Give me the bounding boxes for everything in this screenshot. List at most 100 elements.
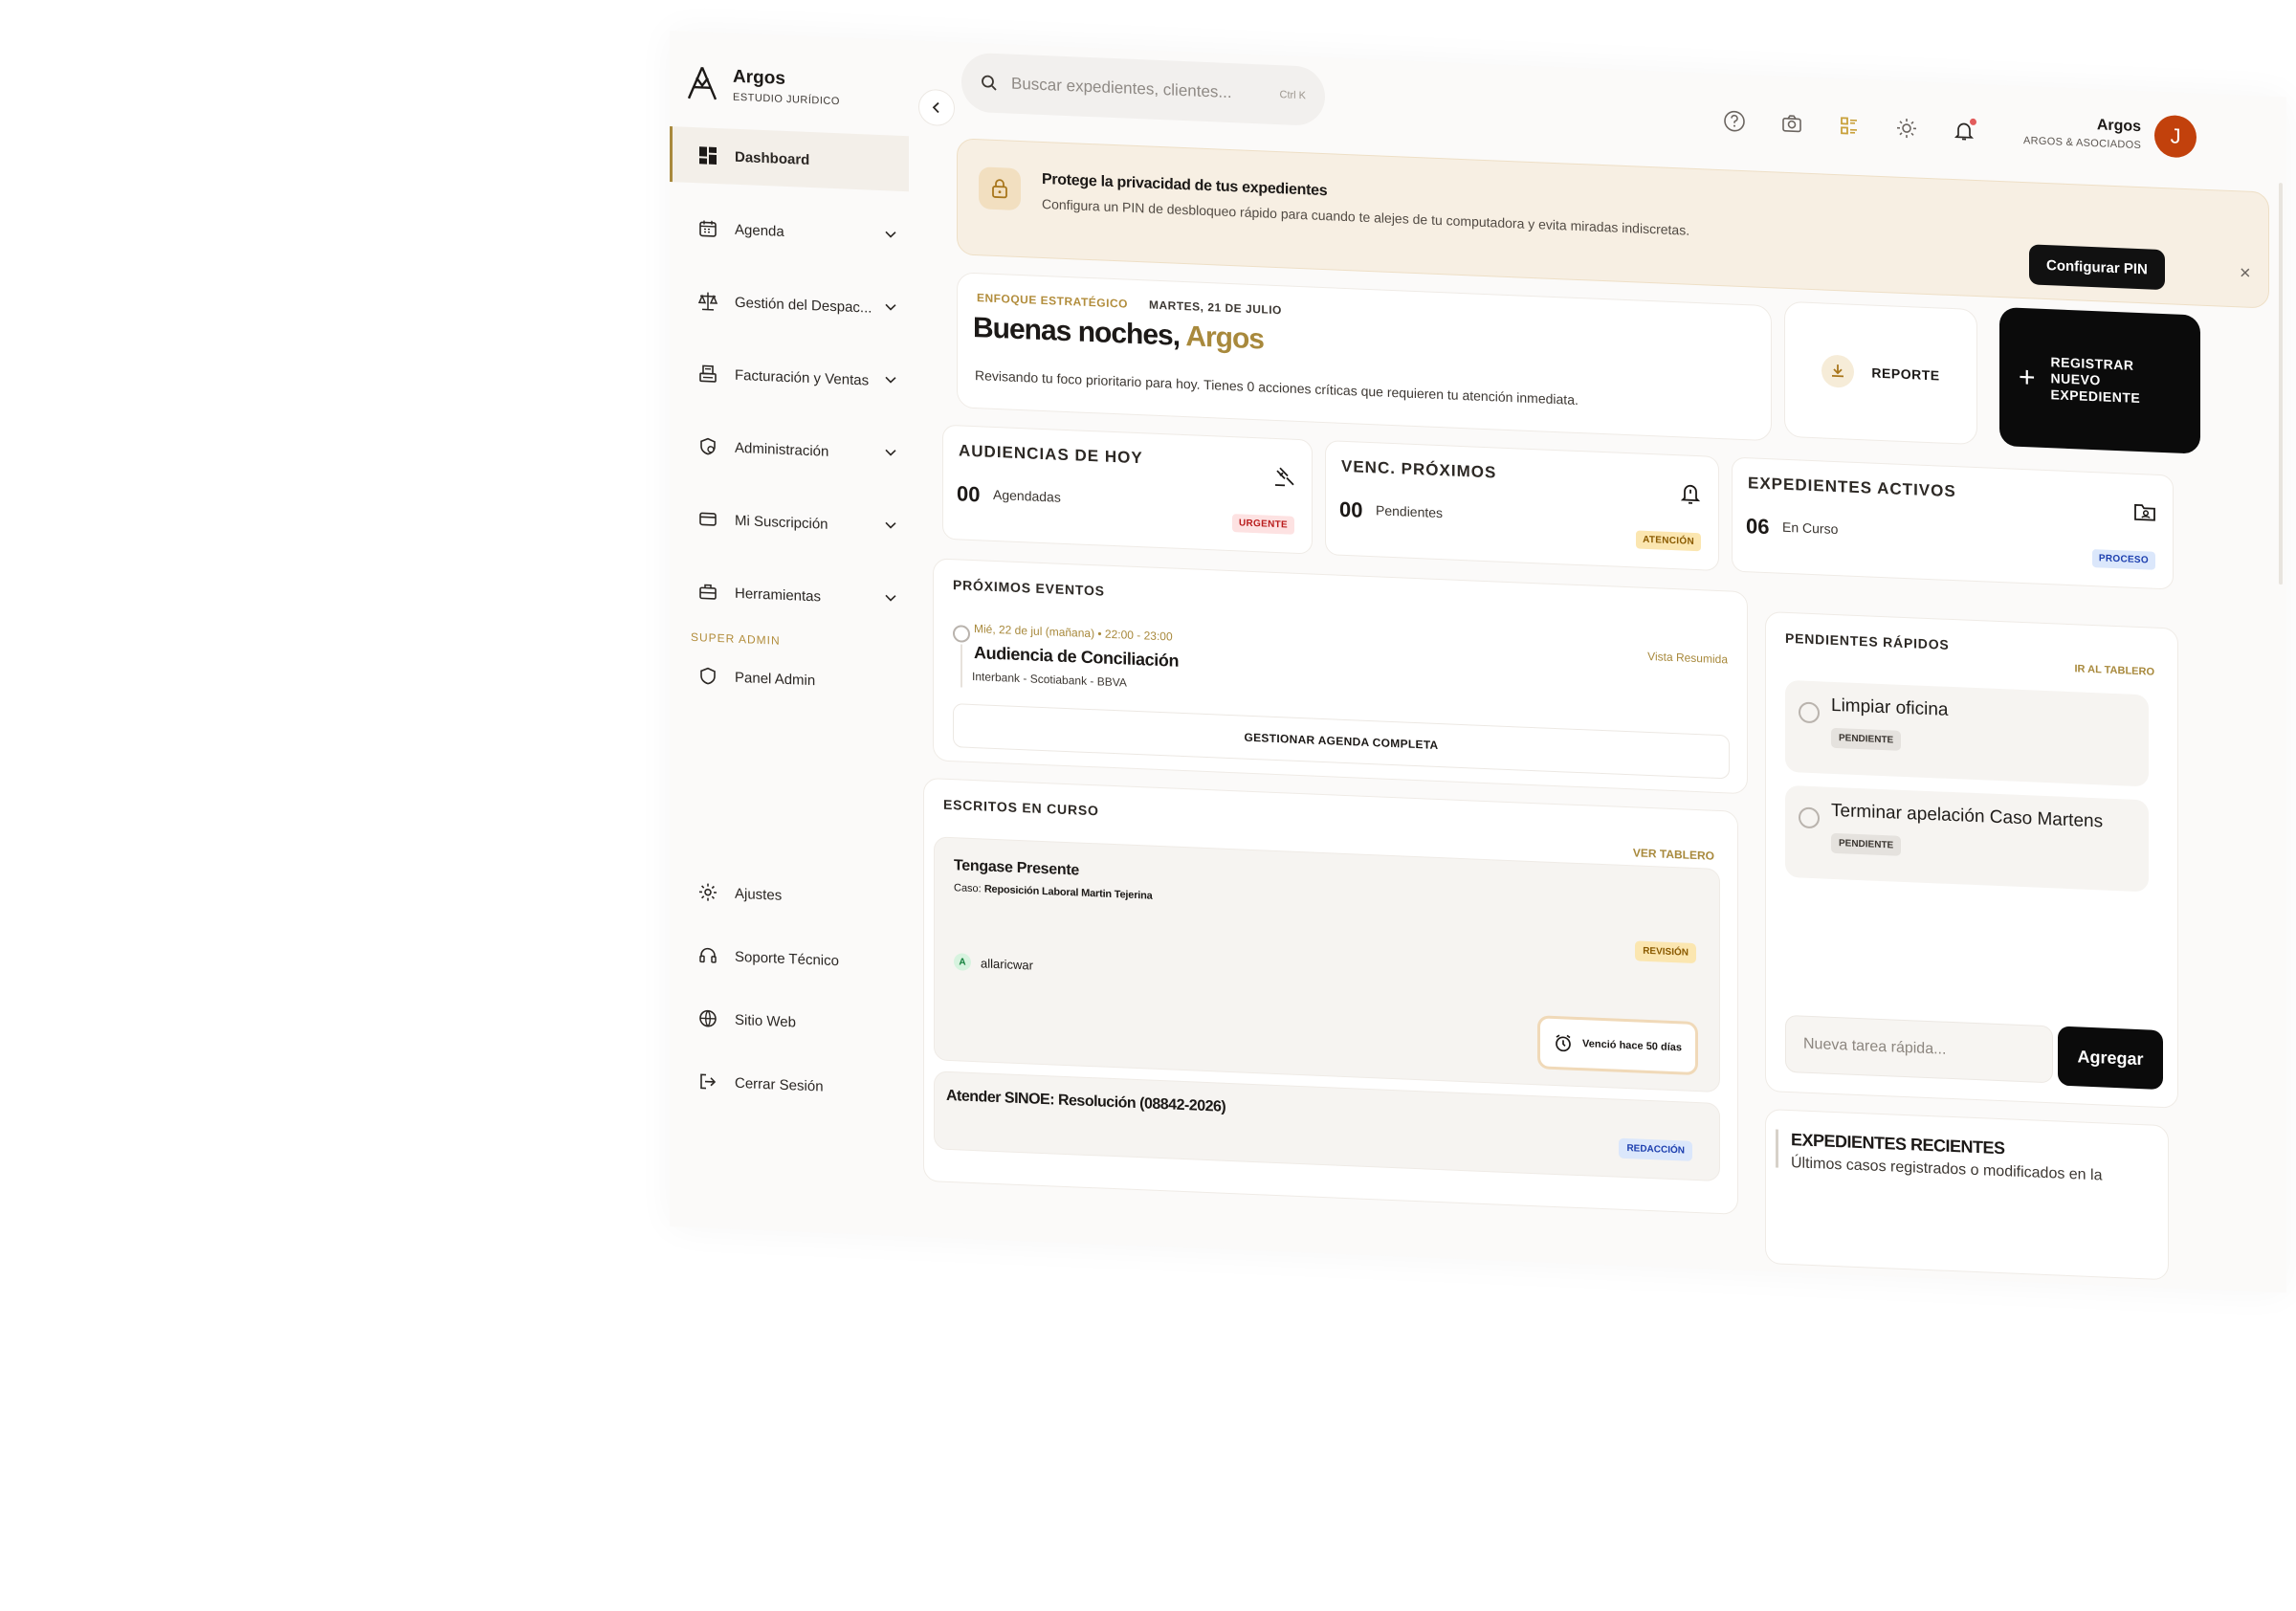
status-badge: REVISIÓN bbox=[1635, 940, 1696, 964]
sidebar-item-administracion[interactable]: Administración bbox=[670, 417, 909, 482]
chevron-down-icon bbox=[885, 231, 896, 238]
screenshot-stage: Argos ESTUDIO JURÍDICO Dashboard Agenda bbox=[0, 0, 2296, 1611]
help-icon[interactable] bbox=[1722, 108, 1747, 134]
shield-icon bbox=[696, 664, 719, 688]
sidebar-item-label: Soporte Técnico bbox=[735, 948, 839, 969]
add-task-button[interactable]: Agregar bbox=[2058, 1026, 2163, 1091]
plus-icon: + bbox=[2019, 361, 2036, 394]
quick-tasks-card: PENDIENTES RÁPIDOS IR AL TABLERO Limpiar… bbox=[1765, 610, 2178, 1109]
header-icons bbox=[1722, 108, 1976, 143]
register-new-case-label: REGISTRAR NUEVO EXPEDIENTE bbox=[2050, 354, 2141, 406]
greeting-hello: Buenas noches, bbox=[973, 312, 1181, 352]
task-name: Terminar apelación Caso Martens bbox=[1831, 800, 2104, 832]
sidebar-item-ajustes[interactable]: Ajustes bbox=[670, 863, 909, 928]
dashboard-icon bbox=[696, 143, 719, 167]
search-bar[interactable]: Buscar expedientes, clientes... Ctrl K bbox=[961, 52, 1325, 127]
stat-value: 06 bbox=[1746, 514, 1770, 540]
status-badge: ATENCIÓN bbox=[1636, 530, 1701, 552]
close-icon[interactable]: × bbox=[2240, 262, 2251, 284]
headset-icon bbox=[696, 943, 719, 967]
main-content: Buscar expedientes, clientes... Ctrl K A… bbox=[918, 41, 2286, 1292]
sidebar-item-label: Administración bbox=[735, 439, 829, 460]
sidebar-item-herramientas[interactable]: Herramientas bbox=[670, 563, 909, 628]
status-badge: PROCESO bbox=[2091, 549, 2155, 570]
banner-title: Protege la privacidad de tus expedientes bbox=[1042, 170, 1328, 200]
assignee-name: allaricwar bbox=[981, 955, 1033, 973]
status-badge: REDACCIÓN bbox=[1619, 1137, 1692, 1161]
sidebar-item-label: Herramientas bbox=[735, 585, 822, 605]
search-icon bbox=[982, 75, 997, 91]
user-org: ARGOS & ASOCIADOS bbox=[2023, 135, 2142, 152]
stat-value: 00 bbox=[1339, 497, 1363, 522]
chevron-down-icon bbox=[885, 594, 896, 602]
case-prefix: Caso: bbox=[954, 882, 982, 895]
notification-dot bbox=[1970, 118, 1976, 126]
task-checkbox[interactable] bbox=[1799, 701, 1820, 724]
sidebar-item-label: Mi Suscripción bbox=[735, 512, 828, 533]
gear-icon bbox=[696, 880, 719, 904]
register-new-case-button[interactable]: + REGISTRAR NUEVO EXPEDIENTE bbox=[1999, 307, 2200, 454]
sun-icon[interactable] bbox=[1894, 116, 1919, 142]
task-item[interactable]: Terminar apelación Caso Martens PENDIENT… bbox=[1785, 784, 2149, 893]
chevron-down-icon bbox=[885, 449, 896, 456]
summary-view-link[interactable]: Vista Resumida bbox=[1647, 650, 1728, 666]
list-icon[interactable] bbox=[1837, 113, 1862, 139]
stat-card-audiencias[interactable]: AUDIENCIAS DE HOY 00 Agendadas URGENTE bbox=[942, 424, 1313, 555]
sidebar-item-facturacion[interactable]: Facturación y Ventas bbox=[670, 344, 909, 409]
search-input[interactable]: Buscar expedientes, clientes... bbox=[1011, 75, 1280, 105]
sidebar-item-suscripcion[interactable]: Mi Suscripción bbox=[670, 490, 909, 555]
card-description: Últimos casos registrados o modificados … bbox=[1791, 1155, 2103, 1184]
stat-card-expedientes[interactable]: EXPEDIENTES ACTIVOS 06 En Curso PROCESO bbox=[1732, 456, 2174, 590]
task-item[interactable]: Limpiar oficina PENDIENTE bbox=[1785, 679, 2149, 787]
event-title: Audiencia de Conciliación bbox=[974, 643, 1180, 671]
brand-logo-icon bbox=[687, 66, 718, 100]
sidebar-item-sitio-web[interactable]: Sitio Web bbox=[670, 989, 909, 1054]
status-badge: PENDIENTE bbox=[1831, 832, 1902, 856]
upcoming-events-card: PRÓXIMOS EVENTOS Mié, 22 de jul (mañana)… bbox=[933, 558, 1748, 795]
writing-item[interactable]: Tengase Presente Caso: Reposición Labora… bbox=[934, 836, 1720, 1093]
brand[interactable]: Argos ESTUDIO JURÍDICO bbox=[683, 64, 840, 109]
avatar: A bbox=[954, 953, 971, 971]
configure-pin-button[interactable]: Configurar PIN bbox=[2029, 244, 2165, 291]
current-date: MARTES, 21 DE JULIO bbox=[1149, 298, 1282, 318]
view-board-link[interactable]: VER TABLERO bbox=[1633, 846, 1714, 862]
report-button[interactable]: REPORTE bbox=[1784, 300, 1977, 446]
stat-title: EXPEDIENTES ACTIVOS bbox=[1748, 474, 1956, 501]
stat-label: En Curso bbox=[1782, 519, 1839, 538]
task-checkbox[interactable] bbox=[1799, 806, 1820, 829]
search-shortcut: Ctrl K bbox=[1279, 89, 1307, 102]
new-task-input[interactable]: Nueva tarea rápida... bbox=[1785, 1014, 2053, 1084]
user-menu[interactable]: Argos ARGOS & ASOCIADOS J bbox=[2023, 109, 2197, 159]
sidebar-item-panel-admin[interactable]: Panel Admin bbox=[670, 647, 909, 712]
event-status-circle bbox=[953, 625, 970, 643]
card-title: EXPEDIENTES RECIENTES bbox=[1791, 1130, 2005, 1159]
event-parties: Interbank - Scotiabank - BBVA bbox=[972, 669, 1127, 690]
sidebar-item-label: Ajustes bbox=[735, 885, 783, 904]
stat-title: VENC. PRÓXIMOS bbox=[1341, 456, 1497, 482]
event-item[interactable]: Mié, 22 de jul (mañana) • 22:00 - 23:00 … bbox=[953, 613, 1728, 721]
app-window: Argos ESTUDIO JURÍDICO Dashboard Agenda bbox=[670, 31, 2286, 1293]
focus-tag: ENFOQUE ESTRATÉGICO bbox=[977, 291, 1128, 311]
go-to-board-link[interactable]: IR AL TABLERO bbox=[2074, 663, 2154, 677]
stat-title: AUDIENCIAS DE HOY bbox=[959, 441, 1143, 468]
scrollbar[interactable] bbox=[2279, 183, 2283, 585]
camera-icon[interactable] bbox=[1779, 111, 1804, 137]
sidebar-item-soporte[interactable]: Soporte Técnico bbox=[670, 926, 909, 991]
greeting-title: Buenas noches, Argos bbox=[973, 312, 1264, 356]
status-badge: PENDIENTE bbox=[1831, 727, 1902, 751]
collapse-sidebar-button[interactable] bbox=[918, 88, 955, 127]
sidebar-item-cerrar-sesion[interactable]: Cerrar Sesión bbox=[670, 1052, 909, 1117]
writing-title: Tengase Presente bbox=[954, 857, 1079, 879]
sidebar-item-label: Dashboard bbox=[735, 148, 810, 168]
timeline-line bbox=[960, 644, 962, 688]
stat-card-vencimientos[interactable]: VENC. PRÓXIMOS 00 Pendientes ATENCIÓN bbox=[1325, 440, 1719, 572]
sidebar-item-gestion[interactable]: Gestión del Despac... bbox=[670, 272, 909, 337]
greeting-name: Argos bbox=[1185, 320, 1264, 356]
card-title: PRÓXIMOS EVENTOS bbox=[953, 577, 1105, 599]
avatar[interactable]: J bbox=[2154, 114, 2197, 159]
writing-case: Caso: Reposición Laboral Martin Tejerina bbox=[954, 882, 1153, 902]
sidebar-item-dashboard[interactable]: Dashboard bbox=[670, 126, 909, 192]
globe-icon bbox=[696, 1006, 719, 1030]
bell-icon[interactable] bbox=[1952, 118, 1976, 143]
sidebar-item-agenda[interactable]: Agenda bbox=[670, 199, 909, 264]
